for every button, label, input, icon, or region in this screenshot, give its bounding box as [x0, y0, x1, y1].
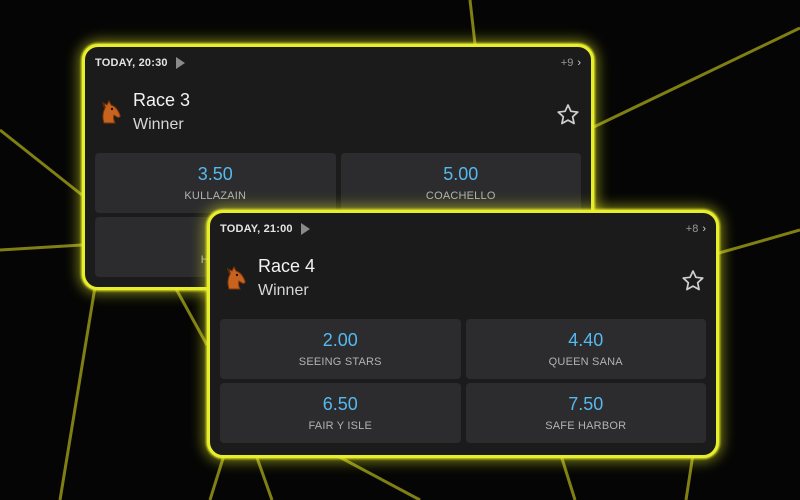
horse-head-icon — [227, 265, 246, 290]
odds-value: 6.50 — [322, 394, 358, 414]
more-markets-link[interactable]: +9 › — [561, 57, 581, 69]
star-outline-icon[interactable] — [555, 102, 581, 128]
card-header: TODAY, 20:30 +9 › — [95, 55, 581, 71]
odds-value: 5.00 — [443, 164, 479, 184]
odds-grid: 2.00 SEEING STARS 4.40 QUEEN SANA 6.50 F… — [220, 319, 706, 443]
odds-value: 3.50 — [197, 164, 233, 184]
runner-name: COACHELLO — [425, 190, 496, 202]
odds-value: 2.00 — [322, 330, 358, 350]
runner-name: SAFE HARBOR — [545, 420, 627, 432]
more-markets-count: +9 — [560, 57, 574, 69]
race-time: TODAY, 21:00 — [220, 223, 293, 235]
chevron-right-icon: › — [702, 223, 706, 235]
more-markets-count: +8 — [685, 223, 699, 235]
odds-button[interactable]: 2.00 SEEING STARS — [220, 319, 461, 379]
runner-name: KULLAZAIN — [184, 190, 247, 202]
star-outline-icon[interactable] — [680, 268, 706, 294]
race-time: TODAY, 20:30 — [95, 57, 168, 69]
market-name: Winner — [258, 282, 309, 299]
odds-button[interactable]: 4.40 QUEEN SANA — [465, 319, 706, 379]
play-icon[interactable] — [175, 57, 185, 69]
odds-value: 4.40 — [568, 330, 604, 350]
chevron-right-icon: › — [577, 57, 581, 69]
race-heading: Race 3 Winner — [95, 89, 190, 135]
more-markets-link[interactable]: +8 › — [686, 223, 706, 235]
play-icon[interactable] — [300, 223, 310, 235]
runner-name: SEEING STARS — [298, 356, 382, 368]
market-name: Winner — [133, 116, 184, 133]
odds-value: 7.50 — [568, 394, 604, 414]
race-title: Race 3 — [133, 90, 191, 110]
odds-button[interactable]: 6.50 FAIR Y ISLE — [220, 383, 461, 443]
odds-button[interactable]: 3.50 KULLAZAIN — [95, 153, 336, 213]
card-header: TODAY, 21:00 +8 › — [220, 221, 706, 237]
race-card-4[interactable]: TODAY, 21:00 +8 › Race 4 Winner 2.00 SEE… — [207, 210, 719, 458]
race-title: Race 4 — [258, 256, 316, 276]
odds-button[interactable]: 5.00 COACHELLO — [340, 153, 581, 213]
runner-name: QUEEN SANA — [548, 356, 623, 368]
race-heading: Race 4 Winner — [220, 255, 315, 301]
odds-button[interactable]: 7.50 SAFE HARBOR — [465, 383, 706, 443]
runner-name: FAIR Y ISLE — [308, 420, 373, 432]
horse-head-icon — [102, 99, 121, 124]
